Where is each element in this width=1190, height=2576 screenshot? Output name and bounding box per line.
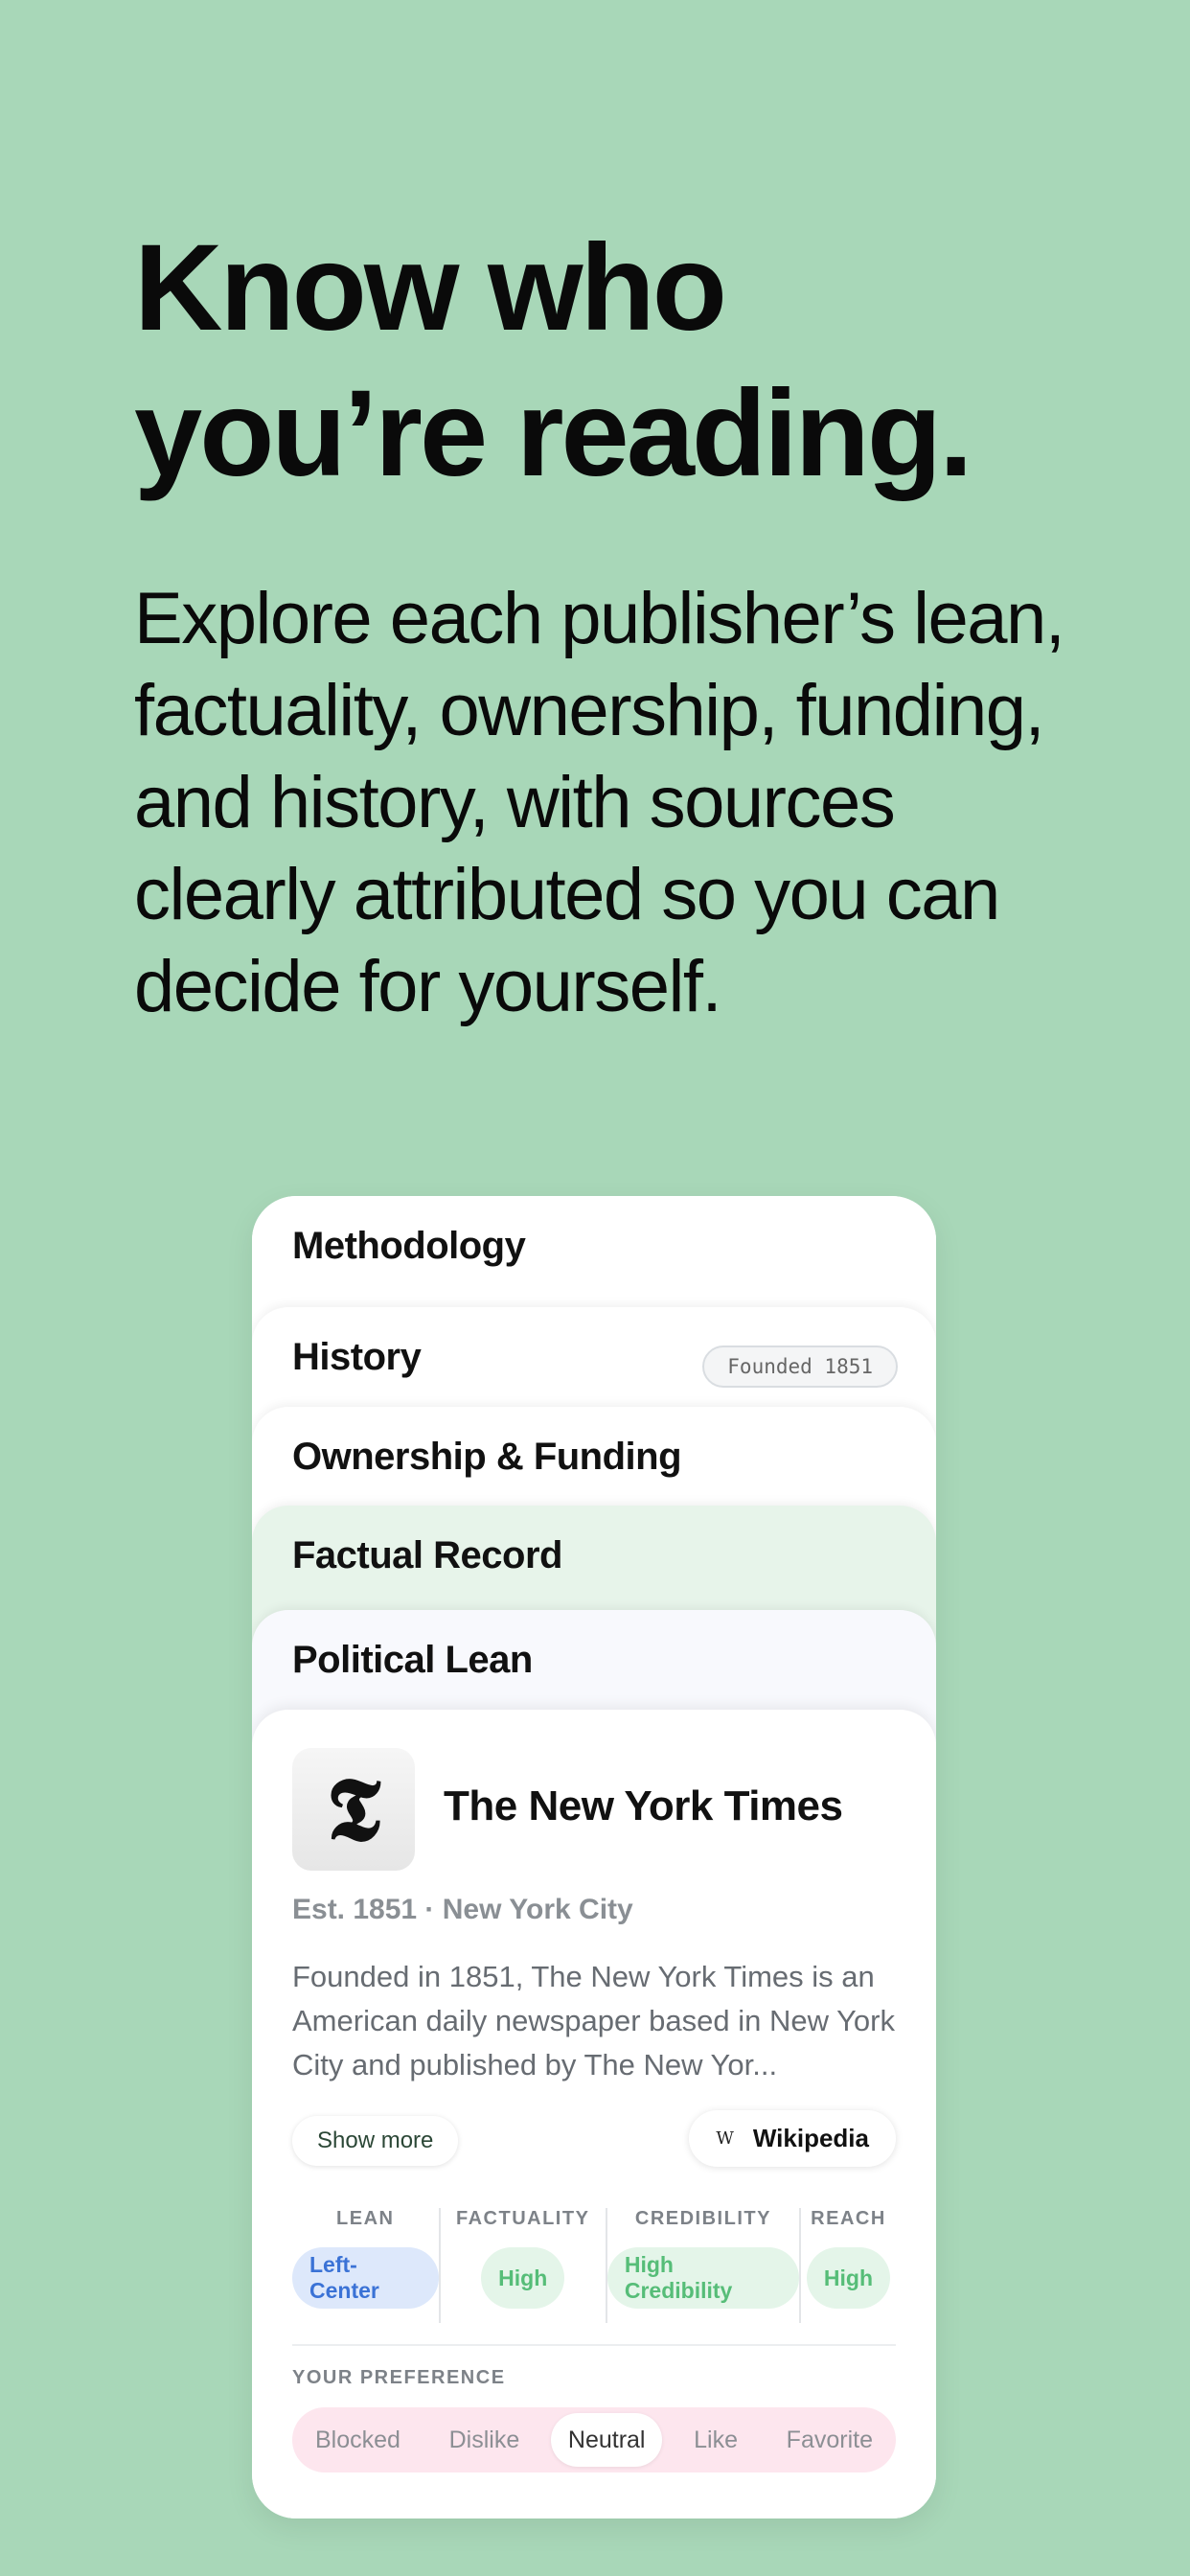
- history-title: History: [292, 1336, 422, 1378]
- political-lean-title: Political Lean: [292, 1639, 533, 1681]
- preference-option-like[interactable]: Like: [676, 2413, 755, 2467]
- metric-reach[interactable]: REACH High: [798, 2208, 896, 2323]
- preference-option-blocked[interactable]: Blocked: [298, 2413, 418, 2467]
- credibility-pill: High Credibility: [606, 2247, 799, 2309]
- preference-option-favorite[interactable]: Favorite: [769, 2413, 890, 2467]
- metric-lean[interactable]: LEAN Left-Center: [292, 2208, 439, 2323]
- metric-label: REACH: [811, 2208, 886, 2229]
- publisher-profile-card: 𝕿 The New York Times Est. 1851 · New Yor…: [252, 1710, 936, 2518]
- wikipedia-label: Wikipedia: [752, 2124, 869, 2152]
- metric-label: CREDIBILITY: [634, 2208, 771, 2229]
- show-more-button[interactable]: Show more: [292, 2116, 459, 2166]
- divider: [292, 2344, 896, 2346]
- preference-segmented-control: Blocked Dislike Neutral Like Favorite: [292, 2407, 896, 2472]
- ownership-title: Ownership & Funding: [292, 1436, 682, 1478]
- metric-credibility[interactable]: CREDIBILITY High Credibility: [605, 2208, 799, 2323]
- nyt-logo-icon: 𝕿: [326, 1758, 381, 1861]
- publisher-name: The New York Times: [444, 1782, 843, 1829]
- preference-option-neutral[interactable]: Neutral: [550, 2413, 663, 2467]
- metric-label: FACTUALITY: [455, 2208, 590, 2229]
- headline-line-1: Know who: [134, 219, 727, 356]
- reach-pill: High: [806, 2247, 891, 2309]
- methodology-title: Methodology: [292, 1225, 526, 1267]
- factual-record-title: Factual Record: [292, 1534, 562, 1576]
- metric-factuality[interactable]: FACTUALITY High: [438, 2208, 606, 2323]
- publisher-card-stack: Methodology History Founded 1851 Ownersh…: [252, 1196, 936, 2518]
- headline: Know who you’re reading.: [134, 216, 1092, 507]
- lean-pill: Left-Center: [292, 2247, 439, 2309]
- preference-label: YOUR PREFERENCE: [292, 2367, 506, 2388]
- wikipedia-button[interactable]: W Wikipedia: [689, 2110, 896, 2167]
- founded-badge: Founded 1851: [702, 1346, 898, 1388]
- headline-line-2: you’re reading.: [134, 365, 973, 502]
- preference-option-dislike[interactable]: Dislike: [432, 2413, 538, 2467]
- wikipedia-icon: W: [716, 2128, 734, 2149]
- metric-label: LEAN: [336, 2208, 395, 2229]
- publisher-meta: Est. 1851 · New York City: [292, 1894, 633, 1925]
- publisher-logo: 𝕿: [292, 1748, 415, 1871]
- metrics-row: LEAN Left-Center FACTUALITY High CREDIBI…: [292, 2208, 896, 2323]
- factuality-pill: High: [481, 2247, 565, 2309]
- subhead: Explore each publisher’s lean, factualit…: [134, 578, 1065, 1027]
- publisher-description: Founded in 1851, The New York Times is a…: [292, 1960, 895, 2082]
